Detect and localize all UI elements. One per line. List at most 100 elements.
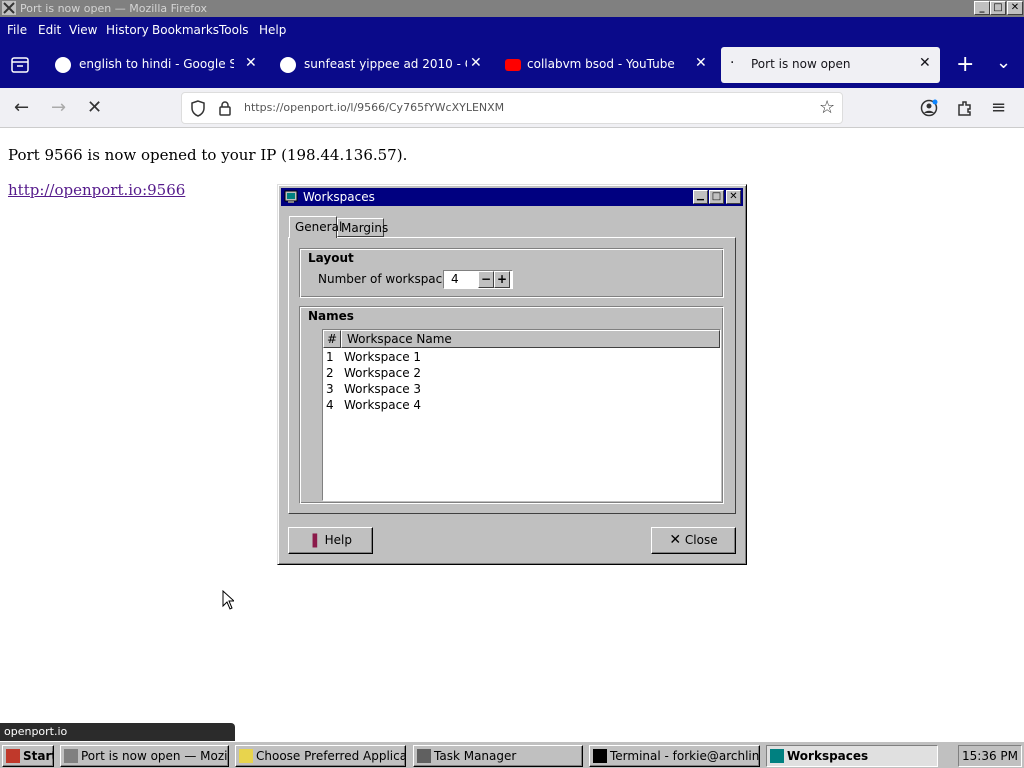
page-message: Port 9566 is now opened to your IP (198.… bbox=[8, 146, 408, 164]
tab-port-is-now-open[interactable]: · Port is now open ✕ bbox=[721, 47, 940, 83]
layout-group: Layout Number of workspaces: 4 − + bbox=[299, 248, 724, 298]
new-tab-button[interactable]: + bbox=[956, 52, 974, 77]
workspaces-dialog: Workspaces ▁ □ ✕ General Margins Layout … bbox=[277, 184, 747, 565]
loading-dot-icon: · bbox=[730, 55, 735, 71]
menu-bar: File Edit View History Bookmarks Tools H… bbox=[0, 17, 1024, 43]
taskbar-item-choose-app[interactable]: Choose Preferred Application bbox=[235, 745, 406, 767]
dialog-maximize-button[interactable]: □ bbox=[709, 190, 724, 204]
window-title: Port is now open — Mozilla Firefox bbox=[20, 2, 208, 15]
taskbar-item-label: Choose Preferred Application bbox=[256, 749, 405, 763]
mouse-cursor-icon bbox=[222, 590, 234, 610]
workspaces-count-value[interactable]: 4 bbox=[451, 272, 459, 286]
workspaces-count-spinner[interactable]: 4 − + bbox=[443, 270, 513, 289]
account-icon[interactable] bbox=[920, 99, 938, 117]
tab-label: english to hindi - Google Search bbox=[79, 57, 234, 71]
menu-hamburger-icon[interactable]: ≡ bbox=[991, 97, 1006, 118]
menu-history[interactable]: History bbox=[106, 23, 149, 37]
taskbar-item-label: Workspaces bbox=[787, 749, 869, 763]
minimize-button[interactable]: _ bbox=[974, 1, 990, 15]
workspace-row-name[interactable]: Workspace 1 bbox=[344, 350, 421, 364]
column-header-number[interactable]: # bbox=[323, 330, 341, 348]
workspace-row-number: 1 bbox=[326, 350, 334, 364]
clock[interactable]: 15:36 PM bbox=[958, 745, 1022, 767]
window-title-bar[interactable]: Port is now open — Mozilla Firefox _ □ ✕ bbox=[0, 0, 1024, 17]
taskbar-item-terminal[interactable]: Terminal - forkie@archlinux:~ bbox=[589, 745, 760, 767]
menu-view[interactable]: View bbox=[69, 23, 97, 37]
dialog-title: Workspaces bbox=[303, 190, 375, 204]
taskbar-item-label: Terminal - forkie@archlinux:~ bbox=[610, 749, 760, 763]
dialog-title-bar[interactable]: Workspaces ▁ □ ✕ bbox=[281, 188, 743, 206]
names-title: Names bbox=[308, 309, 354, 323]
menu-tools[interactable]: Tools bbox=[219, 23, 249, 37]
workspaces-app-icon bbox=[284, 190, 298, 203]
list-all-tabs-button[interactable]: ⌄ bbox=[996, 52, 1011, 73]
google-icon bbox=[280, 57, 296, 73]
close-button-label: Close bbox=[684, 533, 718, 547]
layout-title: Layout bbox=[308, 251, 354, 265]
google-icon bbox=[55, 57, 71, 73]
workspace-row[interactable]: 1 Workspace 1 bbox=[323, 350, 720, 366]
close-tab-icon[interactable]: ✕ bbox=[470, 55, 482, 71]
taskbar-item-label: Port is now open — Mozilla ... bbox=[81, 749, 228, 763]
menu-help[interactable]: Help bbox=[259, 23, 286, 37]
start-button[interactable]: Start bbox=[2, 745, 54, 767]
app-chooser-icon bbox=[239, 749, 253, 763]
workspace-row[interactable]: 4 Workspace 4 bbox=[323, 398, 720, 414]
help-book-icon: ❚ bbox=[309, 532, 321, 548]
workspaces-count-label: Number of workspaces: bbox=[318, 272, 460, 286]
help-button-label: Help bbox=[324, 533, 352, 547]
start-label: Start bbox=[23, 749, 54, 763]
tab-margins[interactable]: Margins bbox=[337, 218, 388, 237]
workspace-row[interactable]: 2 Workspace 2 bbox=[323, 366, 720, 382]
tab-english-to-hindi[interactable]: english to hindi - Google Search ✕ bbox=[55, 47, 265, 83]
terminal-icon bbox=[593, 749, 607, 763]
tab-sunfeast-yippee[interactable]: sunfeast yippee ad 2010 - Google S ✕ bbox=[280, 47, 490, 83]
dialog-close-icon[interactable]: ✕ bbox=[726, 190, 741, 204]
extensions-icon[interactable] bbox=[956, 99, 974, 117]
tab-general-label: General bbox=[295, 220, 343, 234]
taskbar-item-task-manager[interactable]: Task Manager bbox=[413, 745, 583, 767]
close-tab-icon[interactable]: ✕ bbox=[245, 55, 257, 71]
url-text[interactable]: https://openport.io/l/9566/Cy765fYWcXYLE… bbox=[244, 101, 504, 114]
firefox-icon bbox=[64, 749, 78, 763]
workspace-names-list[interactable]: # Workspace Name 1 Workspace 1 2 Workspace … bbox=[322, 329, 721, 501]
dialog-minimize-button[interactable]: ▁ bbox=[693, 190, 708, 204]
workspace-row-number: 4 bbox=[326, 398, 334, 412]
tab-label: collabvm bsod - YouTube bbox=[527, 57, 675, 71]
bookmark-star-icon[interactable]: ☆ bbox=[819, 97, 835, 118]
tab-margins-label: Margins bbox=[341, 221, 389, 235]
menu-bookmarks[interactable]: Bookmarks bbox=[152, 23, 219, 37]
firefox-app-icon bbox=[2, 1, 16, 15]
youtube-icon bbox=[505, 59, 521, 71]
taskbar-item-workspaces[interactable]: Workspaces bbox=[766, 745, 938, 767]
decrement-button[interactable]: − bbox=[478, 271, 494, 288]
shield-icon[interactable] bbox=[190, 100, 206, 117]
close-tab-icon[interactable]: ✕ bbox=[695, 55, 707, 71]
forward-icon[interactable]: → bbox=[51, 97, 66, 118]
lock-icon[interactable] bbox=[218, 100, 232, 116]
workspace-row-name[interactable]: Workspace 4 bbox=[344, 398, 421, 412]
taskbar: Start Port is now open — Mozilla ... Cho… bbox=[0, 741, 1024, 768]
close-window-button[interactable]: ✕ bbox=[1007, 1, 1023, 15]
workspace-row-number: 2 bbox=[326, 366, 334, 380]
tab-general[interactable]: General bbox=[289, 216, 342, 238]
close-tab-icon[interactable]: ✕ bbox=[919, 55, 931, 71]
maximize-button[interactable]: □ bbox=[990, 1, 1006, 15]
back-icon[interactable]: ← bbox=[14, 97, 29, 118]
taskbar-item-firefox[interactable]: Port is now open — Mozilla ... bbox=[60, 745, 229, 767]
menu-edit[interactable]: Edit bbox=[38, 23, 61, 37]
close-button[interactable]: ✕ Close bbox=[651, 527, 736, 554]
openport-link[interactable]: http://openport.io:9566 bbox=[8, 181, 185, 199]
workspace-row[interactable]: 3 Workspace 3 bbox=[323, 382, 720, 398]
workspace-row-name[interactable]: Workspace 2 bbox=[344, 366, 421, 380]
increment-button[interactable]: + bbox=[494, 271, 510, 288]
workspace-row-name[interactable]: Workspace 3 bbox=[344, 382, 421, 396]
tab-label: sunfeast yippee ad 2010 - Google S bbox=[304, 57, 467, 71]
column-header-workspace-name[interactable]: Workspace Name bbox=[341, 330, 720, 348]
firefox-view-icon[interactable] bbox=[11, 57, 29, 73]
help-button[interactable]: ❚ Help bbox=[288, 527, 373, 554]
address-bar[interactable]: https://openport.io/l/9566/Cy765fYWcXYLE… bbox=[181, 92, 843, 124]
stop-loading-icon[interactable]: ✕ bbox=[87, 97, 102, 118]
menu-file[interactable]: File bbox=[7, 23, 27, 37]
tab-collabvm-bsod[interactable]: collabvm bsod - YouTube ✕ bbox=[505, 47, 715, 83]
